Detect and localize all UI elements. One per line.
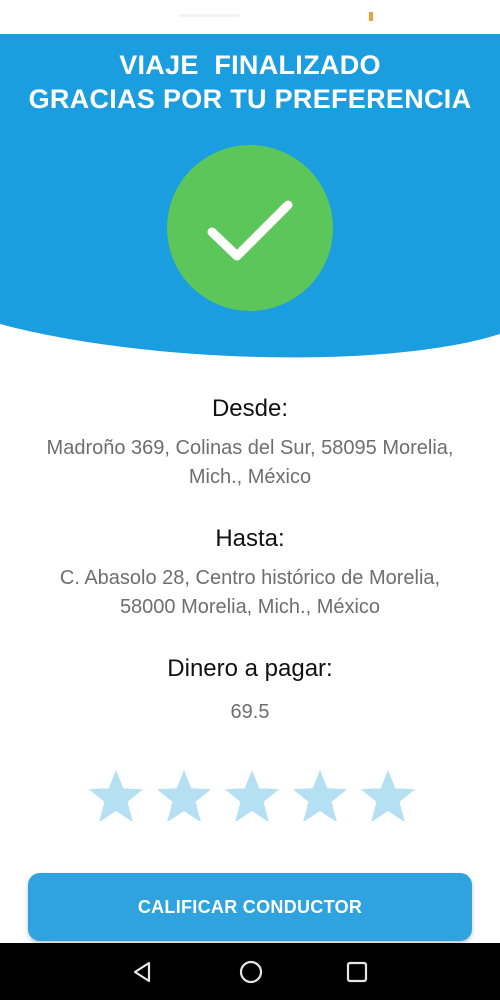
- star-icon-4[interactable]: [291, 768, 349, 826]
- home-circle-icon[interactable]: [236, 957, 266, 987]
- star-icon-3[interactable]: [223, 768, 281, 826]
- checkmark-icon: [207, 200, 293, 261]
- notification-indicator: [369, 12, 373, 21]
- status-bar-notch: [180, 14, 240, 17]
- driver-rating[interactable]: [87, 768, 417, 832]
- rate-driver-button[interactable]: CALIFICAR CONDUCTOR: [28, 873, 472, 941]
- star-icon-1[interactable]: [87, 768, 145, 826]
- fare-label: Dinero a pagar:: [167, 655, 333, 682]
- from-address-line-2: Mich., México: [188, 466, 312, 488]
- star-icon-2[interactable]: [155, 768, 213, 826]
- star-icon-5[interactable]: [359, 768, 417, 826]
- to-address: C. Abasolo 28, Centro histórico de Morel…: [0, 564, 500, 622]
- from-address: Madroño 369, Colinas del Sur, 58095 More…: [0, 434, 500, 492]
- from-address-line-1: Madroño 369, Colinas del Sur, 58095 More…: [46, 437, 454, 459]
- system-navigation-bar: [0, 943, 500, 1000]
- recent-apps-square-icon[interactable]: [342, 957, 372, 987]
- to-address-line-2: 58000 Morelia, Mich., México: [119, 596, 381, 618]
- back-triangle-icon[interactable]: [127, 957, 157, 987]
- status-bar: [0, 0, 500, 34]
- to-address-line-1: C. Abasolo 28, Centro histórico de Morel…: [59, 567, 441, 589]
- fare-value: 69.5: [230, 701, 270, 723]
- to-label: Hasta:: [215, 525, 285, 552]
- trip-finished-header: VIAJE FINALIZADO GRACIAS POR TU PREFEREN…: [0, 34, 500, 364]
- success-badge: [167, 145, 333, 311]
- page-title: VIAJE FINALIZADO GRACIAS POR TU PREFEREN…: [0, 48, 500, 116]
- title-line-1: VIAJE FINALIZADO: [119, 50, 381, 80]
- from-label: Desde:: [211, 395, 289, 422]
- title-line-2: GRACIAS POR TU PREFERENCIA: [28, 84, 472, 114]
